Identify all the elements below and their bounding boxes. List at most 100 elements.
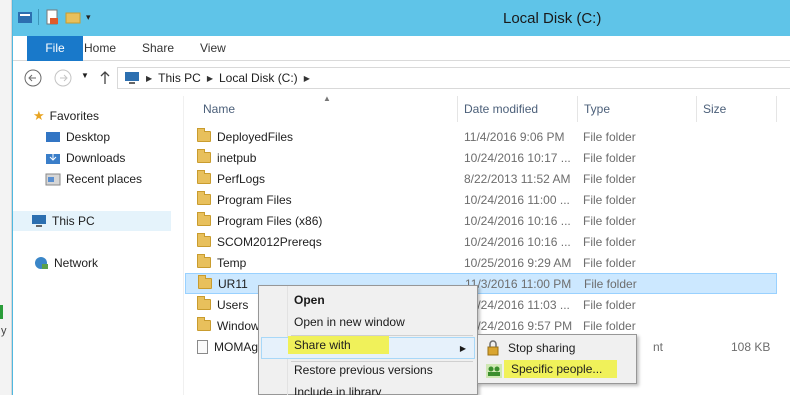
submenu-arrow-icon: ▶ bbox=[459, 344, 466, 353]
file-type: File folder bbox=[583, 318, 636, 333]
address-box[interactable]: ▶ This PC ▶ Local Disk (C:) ▶ bbox=[117, 67, 790, 89]
computer-icon bbox=[32, 215, 46, 227]
folder-icon bbox=[197, 254, 211, 268]
file-date: 10/24/2016 9:57 PM bbox=[464, 318, 573, 333]
file-type: File folder bbox=[583, 255, 636, 270]
table-row[interactable]: DeployedFiles 11/4/2016 9:06 PM File fol… bbox=[185, 126, 777, 147]
nav-recent-places-label: Recent places bbox=[66, 172, 143, 186]
file-type: File folder bbox=[583, 150, 636, 165]
file-type: File folder bbox=[583, 213, 636, 228]
downloads-icon bbox=[46, 153, 60, 164]
crumb-separator-icon[interactable]: ▶ bbox=[207, 74, 213, 83]
table-row[interactable]: Program Files 10/24/2016 11:00 ... File … bbox=[185, 189, 777, 210]
file-type: File folder bbox=[583, 171, 636, 186]
file-name: Temp bbox=[217, 255, 247, 270]
table-row[interactable]: Program Files (x86) 10/24/2016 10:16 ...… bbox=[185, 210, 777, 231]
file-name: Users bbox=[217, 297, 249, 312]
lock-icon bbox=[487, 340, 499, 356]
nav-desktop[interactable]: Desktop bbox=[45, 127, 110, 147]
file-date: 10/24/2016 11:03 ... bbox=[464, 297, 570, 312]
file-date: 10/24/2016 10:17 ... bbox=[464, 150, 571, 165]
up-icon[interactable] bbox=[97, 68, 113, 88]
folder-icon bbox=[197, 296, 211, 310]
nav-this-pc[interactable]: This PC bbox=[13, 211, 171, 231]
title-bar: ▾ Local Disk (C:) bbox=[13, 0, 790, 36]
edge-glyph: y bbox=[1, 325, 7, 337]
menu-item-open-new-window[interactable]: Open in new window bbox=[261, 311, 475, 333]
column-header-size[interactable]: Size bbox=[697, 96, 777, 122]
column-header-type[interactable]: Type bbox=[578, 96, 697, 122]
table-row[interactable]: Temp 10/25/2016 9:29 AM File folder bbox=[185, 252, 777, 273]
file-name: MOMAg bbox=[214, 339, 259, 354]
column-header-name[interactable]: Name bbox=[197, 96, 458, 122]
share-with-overlay-label: Share with bbox=[294, 338, 351, 352]
breadcrumb-local-disk[interactable]: Local Disk (C:) bbox=[219, 71, 298, 85]
file-date: 10/25/2016 9:29 AM bbox=[464, 255, 572, 270]
tab-view[interactable]: View bbox=[200, 36, 226, 61]
menu-item-open[interactable]: Open bbox=[261, 289, 475, 311]
file-type: File folder bbox=[583, 297, 636, 312]
file-type: File folder bbox=[583, 234, 636, 249]
table-row[interactable]: inetpub 10/24/2016 10:17 ... File folder bbox=[185, 147, 777, 168]
tab-home[interactable]: Home bbox=[84, 36, 116, 61]
nav-favorites[interactable]: ★ Favorites bbox=[33, 106, 99, 126]
window-title: Local Disk (C:) bbox=[503, 10, 602, 27]
folder-icon bbox=[197, 233, 211, 247]
file-icon bbox=[197, 339, 208, 354]
explorer-app-icon[interactable] bbox=[17, 9, 33, 25]
file-type: File folder bbox=[583, 192, 636, 207]
recent-locations-icon[interactable]: ▼ bbox=[81, 71, 89, 80]
submenu-item-stop-sharing[interactable]: Stop sharing bbox=[480, 337, 634, 359]
folder-icon bbox=[198, 275, 212, 289]
address-bar-row: ▼ ▶ This PC ▶ Local Disk (C:) ▶ bbox=[13, 62, 790, 94]
quick-access-toolbar: ▾ bbox=[17, 9, 91, 25]
nav-desktop-label: Desktop bbox=[66, 130, 111, 144]
file-name: inetpub bbox=[217, 150, 257, 165]
breadcrumb-this-pc[interactable]: This PC bbox=[158, 71, 201, 85]
pane-divider[interactable] bbox=[183, 96, 184, 395]
table-row[interactable]: SCOM2012Prereqs 10/24/2016 10:16 ... Fil… bbox=[185, 231, 777, 252]
crumb-separator-icon[interactable]: ▶ bbox=[146, 74, 152, 83]
file-name: DeployedFiles bbox=[217, 129, 294, 144]
background-window-edge: y bbox=[0, 0, 12, 395]
file-date: 11/4/2016 9:06 PM bbox=[464, 129, 565, 144]
recent-places-icon bbox=[45, 173, 61, 186]
nav-network-label: Network bbox=[54, 256, 99, 270]
toolbar-separator bbox=[38, 9, 39, 25]
nav-network[interactable]: Network bbox=[33, 253, 98, 273]
folder-icon bbox=[197, 149, 211, 163]
star-icon: ★ bbox=[33, 108, 45, 123]
folder-icon bbox=[197, 212, 211, 226]
back-icon[interactable] bbox=[23, 68, 43, 88]
file-type: nt bbox=[653, 339, 664, 354]
forward-icon[interactable] bbox=[53, 68, 73, 88]
customize-toolbar-icon[interactable]: ▾ bbox=[86, 12, 91, 23]
ribbon-tabs: File Home Share View bbox=[13, 36, 790, 61]
folder-icon bbox=[197, 317, 211, 331]
tab-file[interactable]: File bbox=[27, 36, 83, 61]
file-date: 10/24/2016 10:16 ... bbox=[464, 234, 571, 249]
folder-icon bbox=[197, 128, 211, 142]
crumb-separator-icon[interactable]: ▶ bbox=[304, 74, 310, 83]
people-icon bbox=[486, 364, 502, 378]
file-type: File folder bbox=[583, 129, 636, 144]
file-name: Program Files (x86) bbox=[217, 213, 323, 228]
nav-downloads[interactable]: Downloads bbox=[45, 148, 125, 168]
column-header-date[interactable]: Date modified bbox=[458, 96, 578, 122]
new-folder-icon[interactable] bbox=[65, 9, 81, 25]
menu-item-restore-versions[interactable]: Restore previous versions bbox=[261, 359, 475, 381]
submenu-item-stop-sharing-label: Stop sharing bbox=[508, 341, 576, 355]
nav-recent-places[interactable]: Recent places bbox=[45, 169, 142, 189]
properties-icon[interactable] bbox=[44, 9, 60, 25]
specific-people-label: Specific people... bbox=[511, 362, 603, 376]
file-name: Program Files bbox=[217, 192, 292, 207]
nav-downloads-label: Downloads bbox=[66, 151, 126, 165]
menu-item-include-in-library[interactable]: Include in library bbox=[261, 381, 475, 395]
green-marker bbox=[0, 305, 3, 319]
tab-share[interactable]: Share bbox=[142, 36, 174, 61]
file-name: PerfLogs bbox=[217, 171, 266, 186]
file-name: SCOM2012Prereqs bbox=[217, 234, 322, 249]
network-icon bbox=[35, 257, 48, 269]
folder-icon bbox=[197, 170, 211, 184]
table-row[interactable]: PerfLogs 8/22/2013 11:52 AM File folder bbox=[185, 168, 777, 189]
